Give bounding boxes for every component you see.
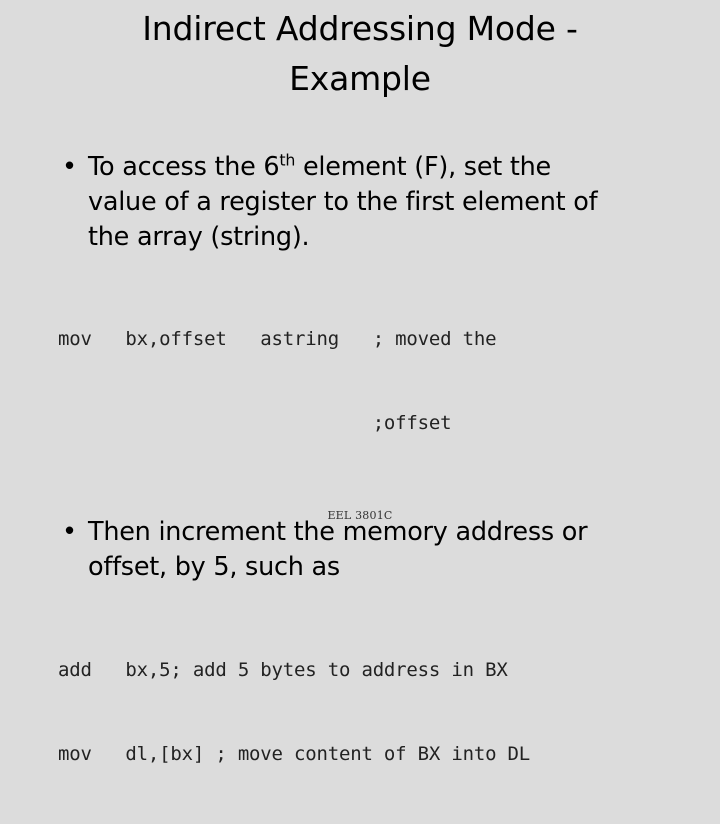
code-block-1-line-2: ;offset bbox=[58, 412, 452, 434]
code-block-2-line-1: add bx,5; add 5 bytes to address in BX bbox=[58, 659, 508, 681]
title-line-1: Indirect Addressing Mode - bbox=[142, 9, 578, 48]
slide-body: • To access the 6th element (F), set the… bbox=[0, 150, 720, 824]
slide-footer: EEL 3801C bbox=[327, 509, 393, 522]
bullet-2-line-2: offset, by 5, such as bbox=[88, 552, 340, 582]
code-block-2: add bx,5; add 5 bytes to address in BX m… bbox=[0, 600, 720, 824]
bullet-item-1: • To access the 6th element (F), set the… bbox=[0, 150, 720, 255]
code-block-1: mov bx,offset astring ; moved the ;offse… bbox=[0, 269, 720, 493]
bullet-1-line-3: the array (string). bbox=[88, 222, 310, 252]
bullet-item-2: • Then increment the memory address or o… bbox=[0, 515, 720, 585]
title-line-2: Example bbox=[289, 59, 431, 98]
bullet-marker-icon: • bbox=[62, 152, 77, 182]
bullet-1-line-1: To access the 6th element (F), set the bbox=[88, 150, 674, 185]
code-block-2-line-2: mov dl,[bx] ; move content of BX into DL bbox=[58, 743, 531, 765]
bullet-1-line-1-post: element (F), set the bbox=[295, 152, 551, 182]
ordinal-suffix-superscript: th bbox=[279, 150, 296, 170]
bullet-1-line-1-pre: To access the 6 bbox=[88, 152, 280, 182]
code-block-1-line-1: mov bx,offset astring ; moved the bbox=[58, 328, 497, 350]
bullet-1-line-2: value of a register to the first element… bbox=[88, 187, 598, 217]
page-title: Indirect Addressing Mode - Example bbox=[0, 4, 720, 104]
slide: Indirect Addressing Mode - Example • To … bbox=[0, 0, 720, 765]
